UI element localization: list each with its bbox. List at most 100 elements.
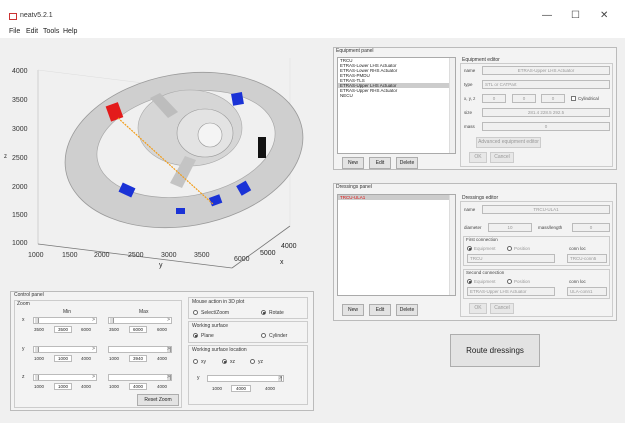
second-equipment-label: Equipment	[474, 279, 496, 284]
eq-size-field[interactable]: 281.4 228.5 292.5	[482, 108, 610, 117]
zoom-x-min-slider[interactable]: >	[33, 317, 97, 324]
menu-bar	[0, 26, 625, 38]
radio-plane[interactable]	[193, 333, 198, 338]
second-equipment-select[interactable]: ETRAS-Upper LHS Actuator	[467, 287, 555, 296]
radio-xz[interactable]	[222, 359, 227, 364]
actuator-blue-1[interactable]	[231, 92, 244, 106]
actuator-black[interactable]	[258, 137, 266, 158]
first-equipment-select[interactable]: TRCU	[467, 254, 555, 263]
radio-select-zoom[interactable]	[193, 310, 198, 315]
first-conn-loc-label: conn loc	[569, 246, 586, 251]
y-tick: 3000	[12, 126, 28, 133]
second-conn-loc-label: conn loc	[569, 279, 586, 284]
zoom-z-max-hi: 4000	[157, 384, 168, 389]
radio-rotate[interactable]	[261, 310, 266, 315]
eq-ok-button[interactable]: OK	[469, 152, 487, 163]
zoom-max-label: Max	[139, 309, 149, 315]
radio-yz[interactable]	[250, 359, 255, 364]
plot-svg[interactable]	[0, 38, 330, 288]
app-icon	[9, 13, 17, 20]
zoom-y-max-lo: 1000	[109, 356, 120, 361]
menu-edit[interactable]: Edit	[26, 28, 38, 35]
zoom-title: Zoom	[17, 301, 30, 307]
equipment-delete-button[interactable]: Delete	[396, 157, 418, 169]
surface-location-title: Working surface location	[192, 347, 247, 353]
zoom-y-min-hi: 4000	[81, 356, 92, 361]
list-item[interactable]: NECU	[338, 93, 455, 98]
zoom-z-max-input[interactable]: 4000	[129, 383, 147, 390]
eq-type-select[interactable]: STL or CATPart	[482, 80, 610, 89]
eq-cancel-button[interactable]: Cancel	[490, 152, 514, 163]
surface-location-input[interactable]: 4000	[231, 385, 251, 392]
dr-diameter-field[interactable]: 10	[488, 223, 532, 232]
z-tick: 4000	[281, 243, 297, 250]
menu-tools[interactable]: Tools	[43, 28, 59, 35]
first-connection-title: First connection	[466, 237, 498, 242]
maximize-button[interactable]: ☐	[571, 10, 580, 21]
advanced-editor-button[interactable]: Advanced equipment editor	[476, 137, 541, 148]
zoom-y-min-lo: 1000	[34, 356, 45, 361]
equipment-new-button[interactable]: New	[342, 157, 364, 169]
zoom-y-min-input[interactable]: 1000	[54, 355, 72, 362]
z-tick: 5000	[260, 250, 276, 257]
second-equipment-radio[interactable]	[467, 279, 472, 284]
dressings-panel-title: Dressings panel	[336, 184, 372, 190]
x-tick: 1000	[28, 252, 44, 259]
second-conn-loc-select[interactable]: ULA-conn1	[567, 287, 607, 296]
zoom-x-max-slider[interactable]: >	[108, 317, 172, 324]
first-equipment-radio[interactable]	[467, 246, 472, 251]
dr-ok-button[interactable]: OK	[469, 303, 487, 314]
first-conn-loc-select[interactable]: TRCU-conn5	[567, 254, 607, 263]
minimize-button[interactable]: —	[542, 10, 552, 21]
zoom-z-min-input[interactable]: 1000	[54, 383, 72, 390]
eq-name-field[interactable]: ETRAS-Upper LHS Actuator	[482, 66, 610, 75]
equipment-list[interactable]: TRCU ETRAS-Lower LHS Actuator ETRAS-Lowe…	[337, 57, 456, 154]
dressings-new-button[interactable]: New	[342, 304, 364, 316]
dr-name-field[interactable]: TRCU-ULA1	[482, 205, 610, 214]
reset-zoom-button[interactable]: Reset Zoom	[137, 394, 179, 406]
radio-select-zoom-label: Select/Zoom	[201, 310, 230, 316]
equipment-list-scrollbar[interactable]	[449, 58, 455, 153]
zoom-axis-label: x	[22, 317, 25, 323]
surface-location-slider[interactable]: >	[207, 375, 284, 382]
plot-3d[interactable]	[0, 38, 330, 288]
route-dressings-button[interactable]: Route dressings	[450, 334, 540, 367]
second-position-radio[interactable]	[507, 279, 512, 284]
zoom-x-max-input[interactable]: 6000	[129, 326, 147, 333]
dressings-list[interactable]: TRCU-ULA1	[337, 194, 456, 296]
dr-mass-length-field[interactable]: 0	[572, 223, 610, 232]
zoom-x-min-input[interactable]: 3500	[54, 326, 72, 333]
surface-location-lo: 1000	[212, 386, 223, 391]
equipment-edit-button[interactable]: Edit	[369, 157, 391, 169]
eq-y-field[interactable]: 0	[512, 94, 536, 103]
dr-cancel-button[interactable]: Cancel	[490, 303, 514, 314]
dressings-list-scrollbar[interactable]	[449, 195, 455, 295]
zoom-z-min-slider[interactable]: >	[33, 374, 97, 381]
y-tick: 2000	[12, 184, 28, 191]
zoom-y-min-slider[interactable]: >	[33, 346, 97, 353]
zoom-axis-label: y	[22, 346, 25, 352]
eq-xyz-label: x, y, z	[464, 96, 476, 101]
dressings-edit-button[interactable]: Edit	[369, 304, 391, 316]
first-position-radio[interactable]	[507, 246, 512, 251]
radio-cylinder[interactable]	[261, 333, 266, 338]
x-tick: 1500	[62, 252, 78, 259]
eq-type-label: type	[464, 82, 473, 87]
eq-x-field[interactable]: 0	[482, 94, 506, 103]
zoom-x-max-hi: 6000	[157, 327, 168, 332]
dressings-delete-button[interactable]: Delete	[396, 304, 418, 316]
menu-help[interactable]: Help	[63, 28, 77, 35]
close-button[interactable]: ✕	[600, 10, 608, 21]
eq-mass-field[interactable]: 0	[482, 122, 610, 131]
zoom-x-max-lo: 3500	[109, 327, 120, 332]
zoom-y-max-slider[interactable]: >	[108, 346, 172, 353]
actuator-blue-4[interactable]	[176, 208, 185, 214]
zoom-y-max-input[interactable]: 3940	[129, 355, 147, 362]
menu-file[interactable]: File	[9, 28, 20, 35]
list-item-selected[interactable]: TRCU-ULA1	[338, 195, 455, 200]
cylindrical-checkbox[interactable]	[571, 96, 576, 101]
zoom-z-max-slider[interactable]: >	[108, 374, 172, 381]
radio-xy[interactable]	[193, 359, 198, 364]
equipment-panel-title: Equipment panel	[336, 48, 374, 54]
eq-z-field[interactable]: 0	[541, 94, 565, 103]
